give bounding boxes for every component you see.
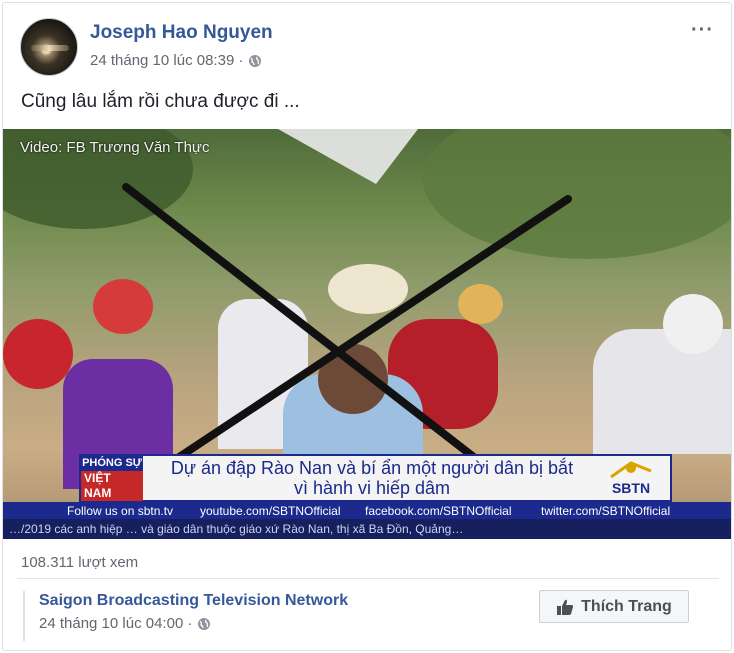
like-page-button[interactable]: Thích Trang [539,590,689,623]
shared-page-meta: 24 tháng 10 lúc 04:00 · [39,615,211,632]
shared-page-name[interactable]: Saigon Broadcasting Television Network [39,592,348,610]
like-page-label: Thích Trang [581,597,672,615]
thumbs-up-icon [557,599,574,615]
news-banner: PHÓNG SỰ VIỆT NAM Dự án đập Rào Nan và b… [79,454,672,502]
ticker-item: facebook.com/SBTNOfficial [365,504,512,518]
globe-icon[interactable] [248,54,262,68]
author-avatar[interactable] [20,18,78,76]
ticker-item: youtube.com/SBTNOfficial [200,504,341,518]
social-ticker: Follow us on sbtn.tv youtube.com/SBTNOff… [3,502,731,519]
news-headline: Dự án đập Rào Nan và bí ẩn một người dân… [170,458,574,498]
globe-icon[interactable] [197,617,211,631]
post-meta: 24 tháng 10 lúc 08:39 · [90,52,262,69]
more-options-button[interactable]: ··· [691,19,714,42]
news-crawl: …/2019 các anh hiệp … và giáo dân thuộc … [3,519,731,539]
ticker-item: twitter.com/SBTNOfficial [541,504,671,518]
shared-page-border [23,591,25,641]
view-count: 108.311 lượt xem [21,554,139,571]
phong-su-viet-nam-logo: PHÓNG SỰ VIỆT NAM [81,456,143,501]
video-player[interactable]: Video: FB Trương Văn Thực PHÓNG SỰ VIỆT … [3,129,731,539]
ticker-item: Follow us on sbtn.tv [67,504,174,518]
shared-page-timestamp[interactable]: 24 tháng 10 lúc 04:00 · [39,615,192,632]
facebook-post: Joseph Hao Nguyen 24 tháng 10 lúc 08:39 … [2,2,732,651]
divider [17,578,719,579]
post-timestamp[interactable]: 24 tháng 10 lúc 08:39 · [90,52,243,69]
sbtn-logo: SBTN [598,459,664,497]
post-status-text: Cũng lâu lắm rồi chưa được đi ... [21,91,300,112]
author-name[interactable]: Joseph Hao Nguyen [90,22,273,44]
